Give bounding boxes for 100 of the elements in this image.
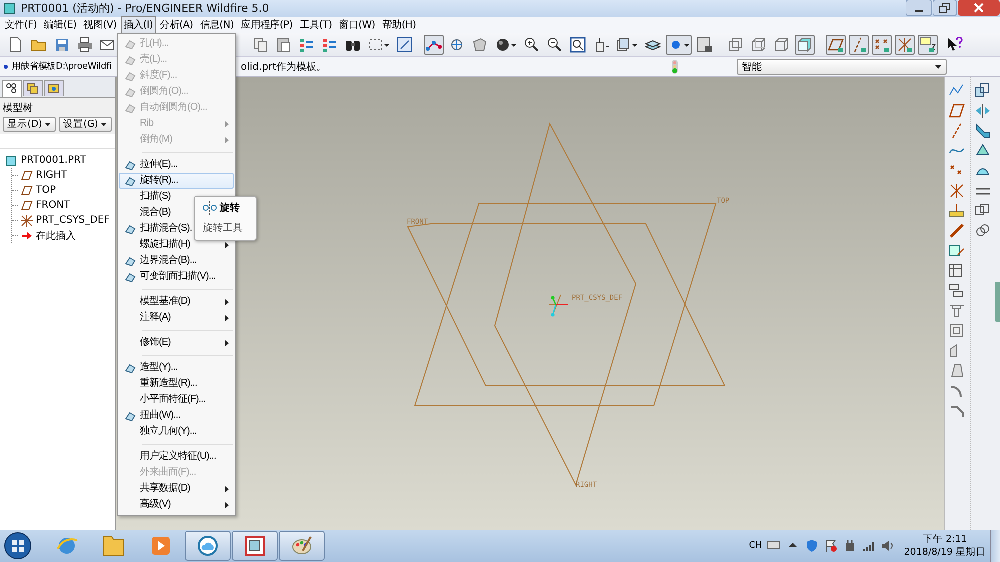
dropdown-button[interactable]: 设置(G) — [59, 117, 112, 132]
caret-icon — [101, 122, 108, 126]
feature-icon — [124, 222, 136, 236]
cube-outline-icon — [774, 36, 790, 52]
feature-icon — [124, 38, 136, 50]
pages-icon — [27, 82, 39, 94]
language-indicator[interactable]: CH — [749, 541, 762, 551]
sketch-icon[interactable] — [949, 243, 966, 259]
plane-icon[interactable] — [949, 103, 966, 119]
panel-handle[interactable] — [994, 282, 1000, 322]
mirror-icon[interactable] — [974, 103, 991, 119]
plane-icon — [21, 200, 33, 212]
menu-item[interactable]: 用户定义特征(U)... — [119, 449, 234, 465]
menu-item[interactable]: 帮助(H) — [379, 16, 420, 34]
toolbar-button[interactable] — [395, 34, 415, 54]
tree-item[interactable]: 在此插入 — [36, 228, 76, 242]
toolbar-button[interactable] — [75, 34, 95, 54]
start-button-icon[interactable] — [4, 532, 32, 560]
feature-icon — [124, 86, 136, 98]
new-file-icon — [8, 36, 24, 52]
show-desktop-button[interactable] — [990, 530, 1000, 562]
annotation-icon — [920, 36, 936, 52]
caret-icon[interactable] — [511, 42, 517, 48]
zoom-out-icon — [547, 36, 563, 52]
menu-item[interactable]: 可变剖面扫描(V)... — [119, 269, 234, 285]
layers-tab[interactable] — [23, 80, 43, 96]
menu-item[interactable]: 修饰(E) — [119, 335, 234, 351]
taskbar-button[interactable] — [185, 531, 231, 561]
menu-item[interactable]: 拉伸(E)... — [119, 157, 234, 173]
menu-item[interactable]: 重新造型(R)... — [119, 376, 234, 392]
clock[interactable]: 下午 2:11 2018/8/19 星期日 — [904, 533, 986, 559]
minimize-icon[interactable] — [906, 0, 932, 16]
menu-item[interactable]: 小平面特征(F)... — [119, 392, 234, 408]
menu-item[interactable]: 旋转(R)... — [119, 173, 234, 189]
tree-icon — [6, 83, 18, 95]
app-window-icon — [244, 535, 266, 557]
menu-item[interactable]: 高级(V) — [119, 497, 234, 513]
speaker-icon[interactable] — [881, 539, 896, 553]
message-text: 用缺省模板D:\proeWildfi — [12, 60, 112, 73]
tree-item[interactable]: PRT_CSYS_DEF — [36, 215, 110, 226]
dropdown-button[interactable]: 显示(D) — [3, 117, 56, 132]
menu-item[interactable]: 模型基准(D) — [119, 294, 234, 310]
menu-item[interactable]: 造型(Y)... — [119, 360, 234, 376]
submenu-arrow-icon — [225, 242, 229, 248]
taskbar-button[interactable] — [232, 531, 278, 561]
menu-item[interactable]: 信息(N) — [197, 16, 238, 34]
menu-item[interactable]: 文件(F) — [2, 16, 40, 34]
copy-feature-icon[interactable] — [974, 83, 991, 99]
menu-item[interactable]: 工具(T) — [296, 16, 336, 34]
menu-item[interactable]: 注释(A) — [119, 310, 234, 326]
signal-icon[interactable] — [862, 539, 876, 553]
submenu-arrow-icon — [225, 120, 229, 128]
filter-dropdown[interactable]: 智能 — [737, 58, 947, 74]
insert-arrow-icon — [21, 230, 33, 242]
csys-icon — [21, 214, 33, 226]
tree-item[interactable]: PRT0001.PRT — [21, 155, 86, 166]
menu-item[interactable]: 扭曲(W)... — [119, 408, 234, 424]
caret-icon[interactable] — [684, 42, 690, 48]
toolbar-button[interactable] — [695, 34, 715, 54]
menu-item[interactable]: 插入(I) — [120, 16, 156, 34]
tooltip-title: 旋转 — [220, 202, 240, 215]
flag-icon[interactable] — [824, 539, 838, 553]
table-icon[interactable] — [949, 263, 966, 279]
menu-item[interactable]: 视图(V) — [80, 16, 120, 34]
menu-item[interactable]: 螺旋扫描(H) — [119, 237, 234, 253]
app-icon — [4, 2, 16, 14]
menu-item[interactable]: 边界混合(B)... — [119, 253, 234, 269]
menu-item[interactable]: 共享数据(D) — [119, 481, 234, 497]
menu-item[interactable]: 独立几何(Y)... — [119, 424, 234, 440]
view-manager-icon — [697, 36, 713, 52]
plane-icon — [21, 170, 33, 182]
submenu-arrow-icon — [225, 340, 229, 346]
menu-item[interactable]: 分析(A) — [157, 16, 196, 34]
caret-icon[interactable] — [632, 42, 638, 48]
tree-item[interactable]: TOP — [36, 185, 56, 196]
menu-item[interactable]: 编辑(E) — [41, 16, 80, 34]
tree-item[interactable]: FRONT — [36, 200, 70, 211]
csys-icon[interactable] — [949, 183, 966, 199]
restore-icon[interactable] — [933, 0, 957, 16]
menu-item[interactable]: 窗口(W) — [336, 16, 378, 34]
window-title: PRT0001 (活动的) - Pro/ENGINEER Wildfire 5.0 — [21, 1, 270, 16]
tree-item[interactable]: RIGHT — [36, 170, 68, 181]
toolbar-button[interactable] — [568, 34, 588, 54]
tree-tab[interactable] — [2, 80, 22, 97]
sphere-icon — [495, 36, 511, 52]
feature-icon — [124, 102, 136, 114]
shell-icon[interactable] — [949, 323, 966, 339]
clipboard-icon — [276, 36, 292, 52]
help-pointer-icon — [947, 36, 963, 52]
folder-icon — [48, 82, 60, 94]
submenu-arrow-icon — [225, 486, 229, 492]
taskbar-button[interactable] — [279, 531, 325, 561]
stack-icon[interactable] — [949, 283, 966, 299]
shield-icon[interactable] — [805, 539, 820, 553]
toolbar-button[interactable] — [826, 34, 846, 54]
folder-tab[interactable] — [44, 80, 64, 96]
submenu-arrow-icon — [225, 314, 229, 322]
caret-icon[interactable] — [384, 42, 390, 48]
menu-item[interactable]: 应用程序(P) — [238, 16, 296, 34]
close-icon[interactable] — [958, 0, 1000, 16]
